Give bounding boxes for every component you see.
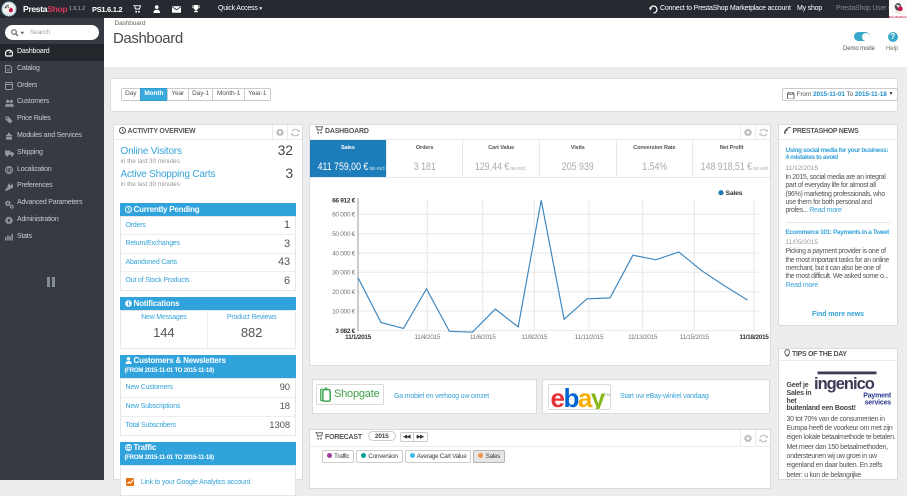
svg-text:40 000 €: 40 000 €: [332, 250, 356, 257]
svg-text:11/1/2015: 11/1/2015: [345, 334, 372, 341]
svg-text:11/11/2015: 11/11/2015: [575, 334, 604, 341]
svg-text:11/18/2015: 11/18/2015: [739, 334, 769, 341]
svg-text:60 000 €: 60 000 €: [332, 212, 356, 219]
svg-text:11/15/2015: 11/15/2015: [680, 334, 710, 341]
svg-text:20 000 €: 20 000 €: [332, 289, 356, 296]
svg-text:10 000 €: 10 000 €: [332, 308, 356, 315]
svg-text:11/13/2015: 11/13/2015: [628, 334, 658, 341]
svg-text:11/4/2015: 11/4/2015: [414, 334, 440, 341]
svg-text:50 000 €: 50 000 €: [332, 231, 356, 238]
svg-text:Payment: Payment: [863, 392, 891, 399]
svg-text:Sales: Sales: [726, 190, 743, 197]
svg-text:66 912 €: 66 912 €: [332, 197, 356, 204]
svg-text:services: services: [865, 399, 891, 405]
svg-text:ingenico: ingenico: [815, 375, 875, 393]
svg-text:11/6/2015: 11/6/2015: [470, 334, 496, 341]
svg-text:11/8/2015: 11/8/2015: [521, 334, 547, 341]
svg-text:30 000 €: 30 000 €: [332, 270, 356, 277]
